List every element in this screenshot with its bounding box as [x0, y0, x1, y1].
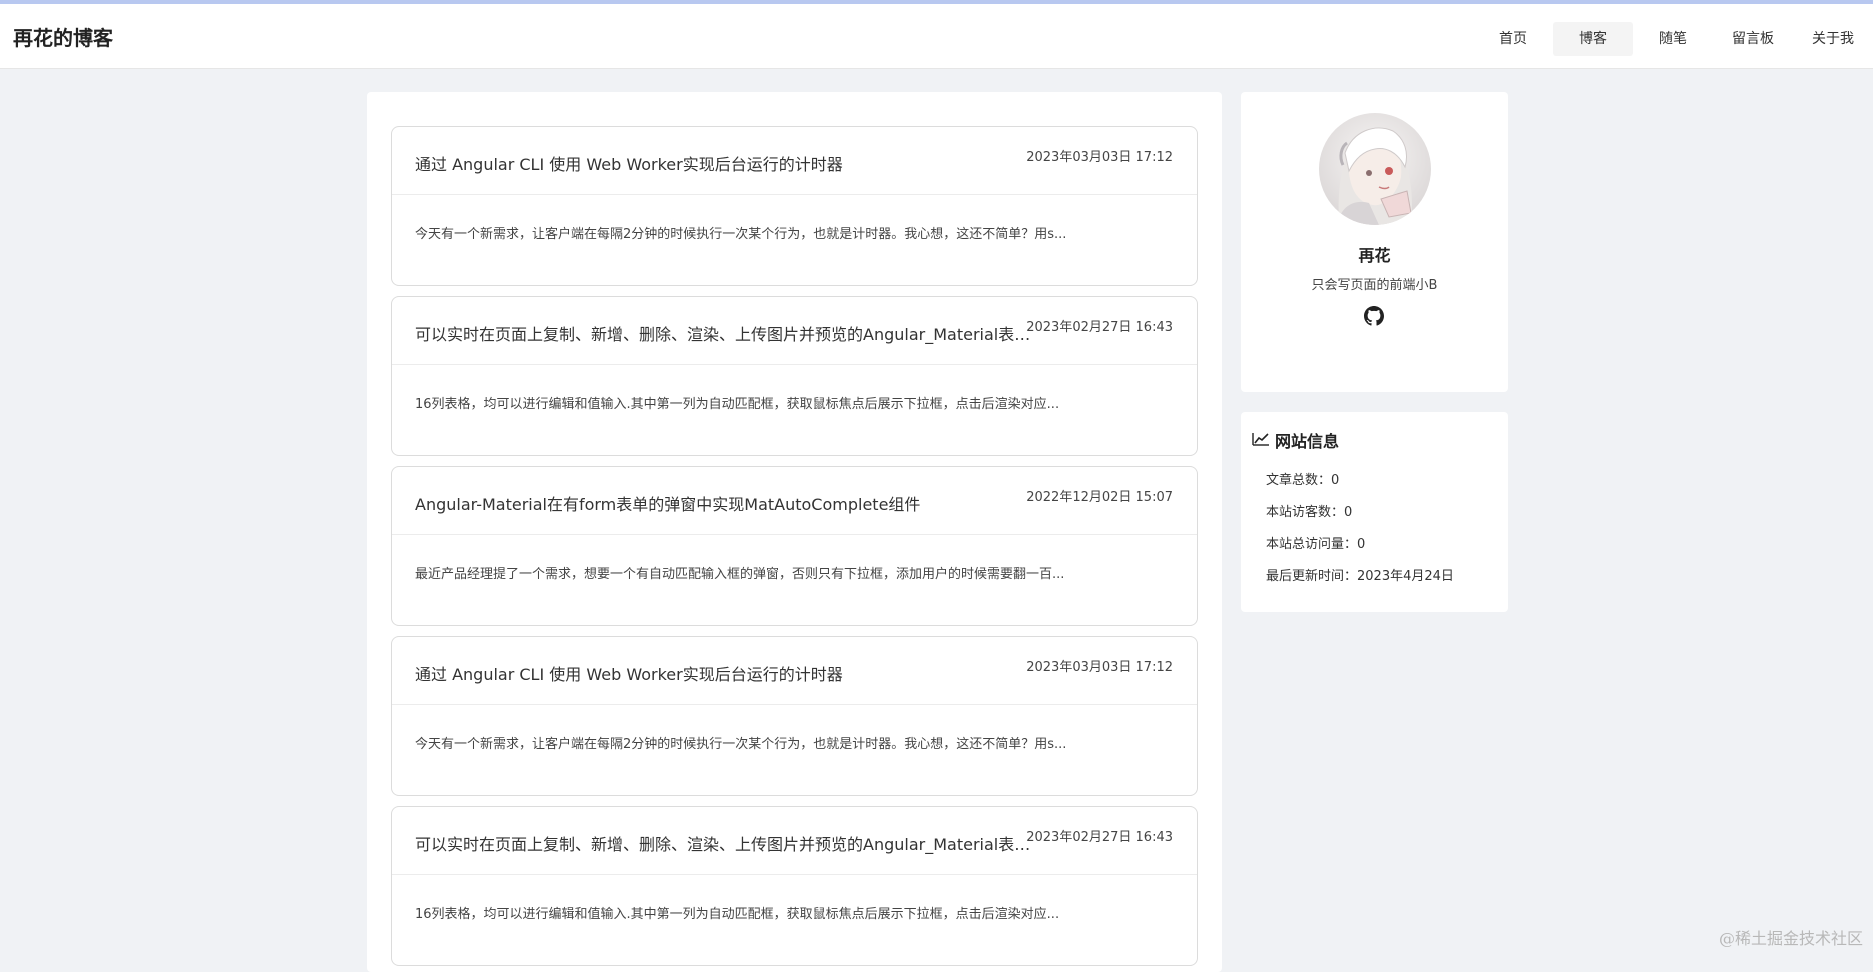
profile-card: 再花 只会写页面的前端小B: [1241, 92, 1508, 392]
watermark: @稀土掘金技术社区: [1719, 925, 1863, 949]
post-title[interactable]: 通过 Angular CLI 使用 Web Worker实现后台运行的计时器: [415, 151, 1035, 175]
post-title[interactable]: 通过 Angular CLI 使用 Web Worker实现后台运行的计时器: [415, 661, 1035, 685]
post-title[interactable]: 可以实时在页面上复制、新增、删除、渲染、上传图片并预览的Angular_Mate…: [415, 831, 1035, 855]
main-nav: 首页 博客 随笔 留言板 关于我: [1473, 22, 1873, 56]
nav-item-guestbook[interactable]: 留言板: [1713, 22, 1793, 56]
stat-last-updated: 最后更新时间：2023年4月24日: [1266, 565, 1454, 584]
post-summary: 16列表格，均可以进行编辑和值输入.其中第一列为自动匹配框，获取鼠标焦点后展示下…: [415, 903, 1115, 922]
post-date: 2023年03月03日 17:12: [1026, 146, 1173, 165]
profile-bio: 只会写页面的前端小B: [1241, 274, 1508, 293]
post-card-header: 通过 Angular CLI 使用 Web Worker实现后台运行的计时器 2…: [392, 127, 1197, 195]
site-info-header: 网站信息: [1252, 428, 1339, 452]
stat-total-visits: 本站总访问量：0: [1266, 533, 1365, 552]
nav-item-blog[interactable]: 博客: [1553, 22, 1633, 56]
post-title[interactable]: Angular-Material在有form表单的弹窗中实现MatAutoCom…: [415, 491, 1035, 515]
nav-item-essays[interactable]: 随笔: [1633, 22, 1713, 56]
post-summary: 今天有一个新需求，让客户端在每隔2分钟的时候执行一次某个行为，也就是计时器。我心…: [415, 223, 1115, 242]
stat-article-count: 文章总数：0: [1266, 469, 1339, 488]
site-title[interactable]: 再花的博客: [13, 22, 113, 51]
post-summary: 最近产品经理提了一个需求，想要一个有自动匹配输入框的弹窗，否则只有下拉框，添加用…: [415, 563, 1115, 582]
post-card[interactable]: Angular-Material在有form表单的弹窗中实现MatAutoCom…: [391, 466, 1198, 626]
post-card-header: 可以实时在页面上复制、新增、删除、渲染、上传图片并预览的Angular_Mate…: [392, 807, 1197, 875]
avatar: [1319, 113, 1431, 225]
line-chart-icon: [1252, 431, 1270, 450]
post-list-panel: 通过 Angular CLI 使用 Web Worker实现后台运行的计时器 2…: [367, 92, 1222, 972]
post-summary: 16列表格，均可以进行编辑和值输入.其中第一列为自动匹配框，获取鼠标焦点后展示下…: [415, 393, 1115, 412]
stat-visitor-count: 本站访客数：0: [1266, 501, 1352, 520]
post-card-header: Angular-Material在有form表单的弹窗中实现MatAutoCom…: [392, 467, 1197, 535]
post-date: 2022年12月02日 15:07: [1026, 486, 1173, 505]
profile-name: 再花: [1241, 242, 1508, 266]
site-header: 再花的博客 首页 博客 随笔 留言板 关于我: [0, 4, 1873, 69]
github-icon[interactable]: [1364, 306, 1384, 326]
post-card-header: 可以实时在页面上复制、新增、删除、渲染、上传图片并预览的Angular_Mate…: [392, 297, 1197, 365]
post-card[interactable]: 可以实时在页面上复制、新增、删除、渲染、上传图片并预览的Angular_Mate…: [391, 296, 1198, 456]
post-card[interactable]: 通过 Angular CLI 使用 Web Worker实现后台运行的计时器 2…: [391, 636, 1198, 796]
post-title[interactable]: 可以实时在页面上复制、新增、删除、渲染、上传图片并预览的Angular_Mate…: [415, 321, 1035, 345]
site-info-card: 网站信息 文章总数：0 本站访客数：0 本站总访问量：0 最后更新时间：2023…: [1241, 412, 1508, 612]
post-date: 2023年02月27日 16:43: [1026, 316, 1173, 335]
post-card[interactable]: 通过 Angular CLI 使用 Web Worker实现后台运行的计时器 2…: [391, 126, 1198, 286]
nav-item-about[interactable]: 关于我: [1793, 22, 1873, 56]
site-info-title: 网站信息: [1275, 428, 1339, 452]
post-date: 2023年03月03日 17:12: [1026, 656, 1173, 675]
post-summary: 今天有一个新需求，让客户端在每隔2分钟的时候执行一次某个行为，也就是计时器。我心…: [415, 733, 1115, 752]
post-date: 2023年02月27日 16:43: [1026, 826, 1173, 845]
post-card[interactable]: 可以实时在页面上复制、新增、删除、渲染、上传图片并预览的Angular_Mate…: [391, 806, 1198, 966]
post-card-header: 通过 Angular CLI 使用 Web Worker实现后台运行的计时器 2…: [392, 637, 1197, 705]
nav-item-home[interactable]: 首页: [1473, 22, 1553, 56]
